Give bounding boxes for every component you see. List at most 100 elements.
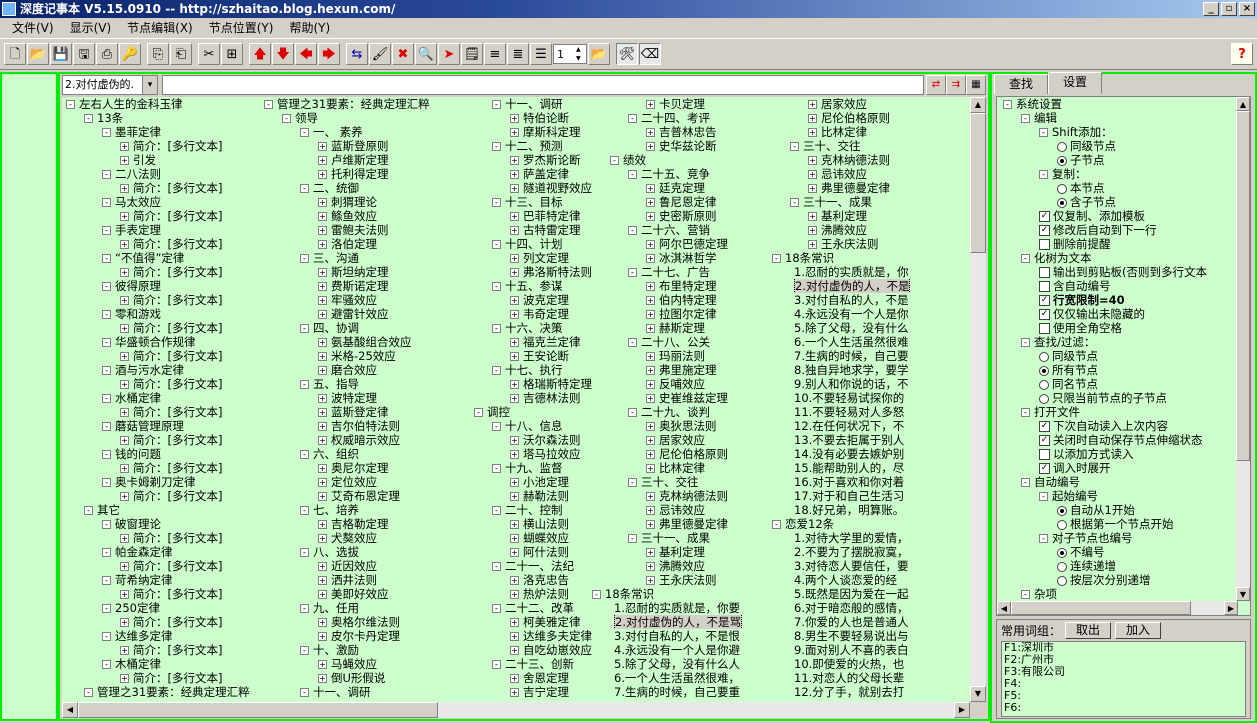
tree-node[interactable]: - 钱的问题 — [66, 447, 266, 461]
expand-icon[interactable]: + — [120, 212, 129, 221]
settings-item[interactable]: 含子节点 — [997, 195, 1250, 209]
expand-icon[interactable]: + — [808, 128, 817, 137]
settings-item[interactable]: 含自动编号 — [997, 279, 1250, 293]
tree-node[interactable]: 12.分了手，就别去打 — [772, 685, 970, 699]
expand-icon[interactable]: + — [318, 478, 327, 487]
collapse-icon[interactable]: - — [264, 100, 273, 109]
expand-icon[interactable]: + — [646, 394, 655, 403]
tree-node[interactable]: 13.不要去拒属于别人 — [772, 433, 970, 447]
collapse-icon[interactable]: - — [102, 254, 111, 263]
scroll-right-icon[interactable]: ▶ — [954, 702, 970, 718]
tree-node[interactable]: - 三十、交往 — [772, 139, 970, 153]
tree-node[interactable]: - 左右人生的金科玉律 — [66, 97, 266, 111]
save-icon[interactable]: 💾 — [50, 43, 72, 65]
menu-node-position[interactable]: 节点位置(Y) — [201, 19, 282, 36]
phrase-item[interactable]: F4: — [1004, 678, 1245, 690]
eraser-icon[interactable]: ⌫ — [639, 43, 661, 65]
collapse-icon[interactable]: - — [102, 478, 111, 487]
settings-item[interactable]: - 自动编号 — [997, 475, 1250, 489]
move-right-icon[interactable]: 🡆 — [318, 43, 340, 65]
settings-item[interactable]: 所有节点 — [997, 363, 1250, 377]
expand-icon[interactable]: + — [646, 282, 655, 291]
tree-node[interactable]: - 水桶定律 — [66, 391, 266, 405]
settings-item[interactable]: 同级节点 — [997, 349, 1250, 363]
expand-icon[interactable]: + — [510, 394, 519, 403]
tree-node[interactable]: + 王永庆法则 — [592, 573, 792, 587]
radio-button[interactable] — [1057, 141, 1067, 152]
expand-icon[interactable]: + — [510, 184, 519, 193]
expand-icon[interactable]: + — [808, 212, 817, 221]
tree-node[interactable]: + 史华兹论断 — [592, 139, 792, 153]
tab-search[interactable]: 查找 — [994, 74, 1049, 94]
add-button[interactable]: 加入 — [1115, 621, 1162, 639]
expand-icon[interactable]: + — [646, 492, 655, 501]
expand-icon[interactable]: + — [510, 576, 519, 585]
expand-icon[interactable]: + — [318, 618, 327, 627]
radio-button[interactable] — [1039, 393, 1049, 404]
settings-item[interactable]: ✓ 仅仅输出未隐藏的 — [997, 307, 1250, 321]
collapse-icon[interactable]: - — [300, 380, 309, 389]
tree-view[interactable]: - 左右人生的金科玉律 -13条 - 墨菲定律 + 简介：[多行文本] + 引发 - 二八法则 + 简介… — [62, 97, 970, 702]
save-as-icon[interactable]: 🖫 — [73, 43, 95, 65]
tree-node[interactable]: + 尼伦伯格原则 — [592, 447, 792, 461]
tree-node[interactable]: 2.对付虚伪的人，不是 — [772, 279, 970, 293]
settings-item[interactable]: 输出到剪贴板(否则到多行文本 — [997, 265, 1250, 279]
tree-node[interactable]: + 奥格尔维法则 — [264, 615, 464, 629]
expand-icon[interactable]: + — [318, 422, 327, 431]
collapse-icon[interactable]: - — [492, 324, 501, 333]
settings-horizontal-scrollbar[interactable]: ◀ ▶ — [997, 601, 1238, 615]
collapse-icon[interactable]: - — [492, 660, 501, 669]
tree-node[interactable]: 17.对于和自己生活习 — [772, 489, 970, 503]
tree-node[interactable]: 15.能帮助别人的，尽 — [772, 461, 970, 475]
tools-icon[interactable]: 🛠 — [616, 43, 638, 65]
radio-button[interactable] — [1057, 505, 1067, 516]
tree-node[interactable]: + 居家效应 — [592, 433, 792, 447]
settings-item[interactable]: 按层次分别递增 — [997, 573, 1250, 587]
tree-node[interactable]: + 廷克定理 — [592, 181, 792, 195]
expand-icon[interactable]: + — [120, 268, 129, 277]
tree-node[interactable]: + 美即好效应 — [264, 587, 464, 601]
expand-icon[interactable]: + — [808, 184, 817, 193]
tree-node[interactable]: + 拉图尔定律 — [592, 307, 792, 321]
expand-icon[interactable]: + — [510, 268, 519, 277]
expand-icon[interactable]: + — [120, 436, 129, 445]
expand-icon[interactable]: + — [318, 310, 327, 319]
collapse-icon[interactable]: - — [492, 282, 501, 291]
expand-icon[interactable]: + — [510, 548, 519, 557]
scroll-up-icon[interactable]: ▲ — [1236, 97, 1250, 111]
tree-node[interactable]: + 蓝斯登定律 — [264, 405, 464, 419]
settings-item[interactable]: 删除前提醒 — [997, 237, 1250, 251]
checkbox[interactable]: ✓ — [1039, 295, 1050, 306]
expand-icon[interactable]: + — [808, 114, 817, 123]
collapse-icon[interactable]: - — [492, 464, 501, 473]
chevron-down-icon[interactable]: ▾ — [142, 75, 158, 95]
settings-item[interactable]: 根据第一个节点开始 — [997, 517, 1250, 531]
tree-node[interactable]: + 简介：[多行文本] — [66, 671, 266, 685]
collapse-icon[interactable]: - — [300, 184, 309, 193]
tree-node[interactable]: 8.男生不要轻易说出与 — [772, 629, 970, 643]
tree-node[interactable]: -13条 — [66, 111, 266, 125]
tree-node[interactable]: + 奥尼尔定理 — [264, 461, 464, 475]
move-down-icon[interactable]: 🡇 — [272, 43, 294, 65]
radio-button[interactable] — [1057, 197, 1067, 208]
expand-icon[interactable]: + — [318, 394, 327, 403]
expand-icon[interactable]: + — [646, 520, 655, 529]
tab-settings[interactable]: 设置 — [1048, 72, 1103, 94]
phrase-item[interactable]: F5: — [1004, 690, 1245, 702]
expand-icon[interactable]: + — [318, 296, 327, 305]
tree-node[interactable]: + 鲁尼恩定律 — [592, 195, 792, 209]
tree-node[interactable]: 9.别人和你说的话，不 — [772, 377, 970, 391]
tree-node[interactable]: + 布里特定理 — [592, 279, 792, 293]
collapse-icon[interactable]: - — [102, 604, 111, 613]
tree-node[interactable]: + 简介：[多行文本] — [66, 349, 266, 363]
menu-help[interactable]: 帮助(Y) — [281, 19, 338, 36]
tree-node[interactable]: + 吉格勒定理 — [264, 517, 464, 531]
radio-button[interactable] — [1057, 575, 1067, 586]
expand-icon[interactable]: + — [510, 632, 519, 641]
expand-icon[interactable]: + — [318, 142, 327, 151]
tree-node[interactable]: - 二、统御 — [264, 181, 464, 195]
tree-node[interactable]: + 简介：[多行文本] — [66, 237, 266, 251]
tree-node[interactable]: - 手表定理 — [66, 223, 266, 237]
expand-icon[interactable]: + — [510, 534, 519, 543]
tree-node[interactable]: 5.除了父母，没有什么人 — [592, 657, 792, 671]
